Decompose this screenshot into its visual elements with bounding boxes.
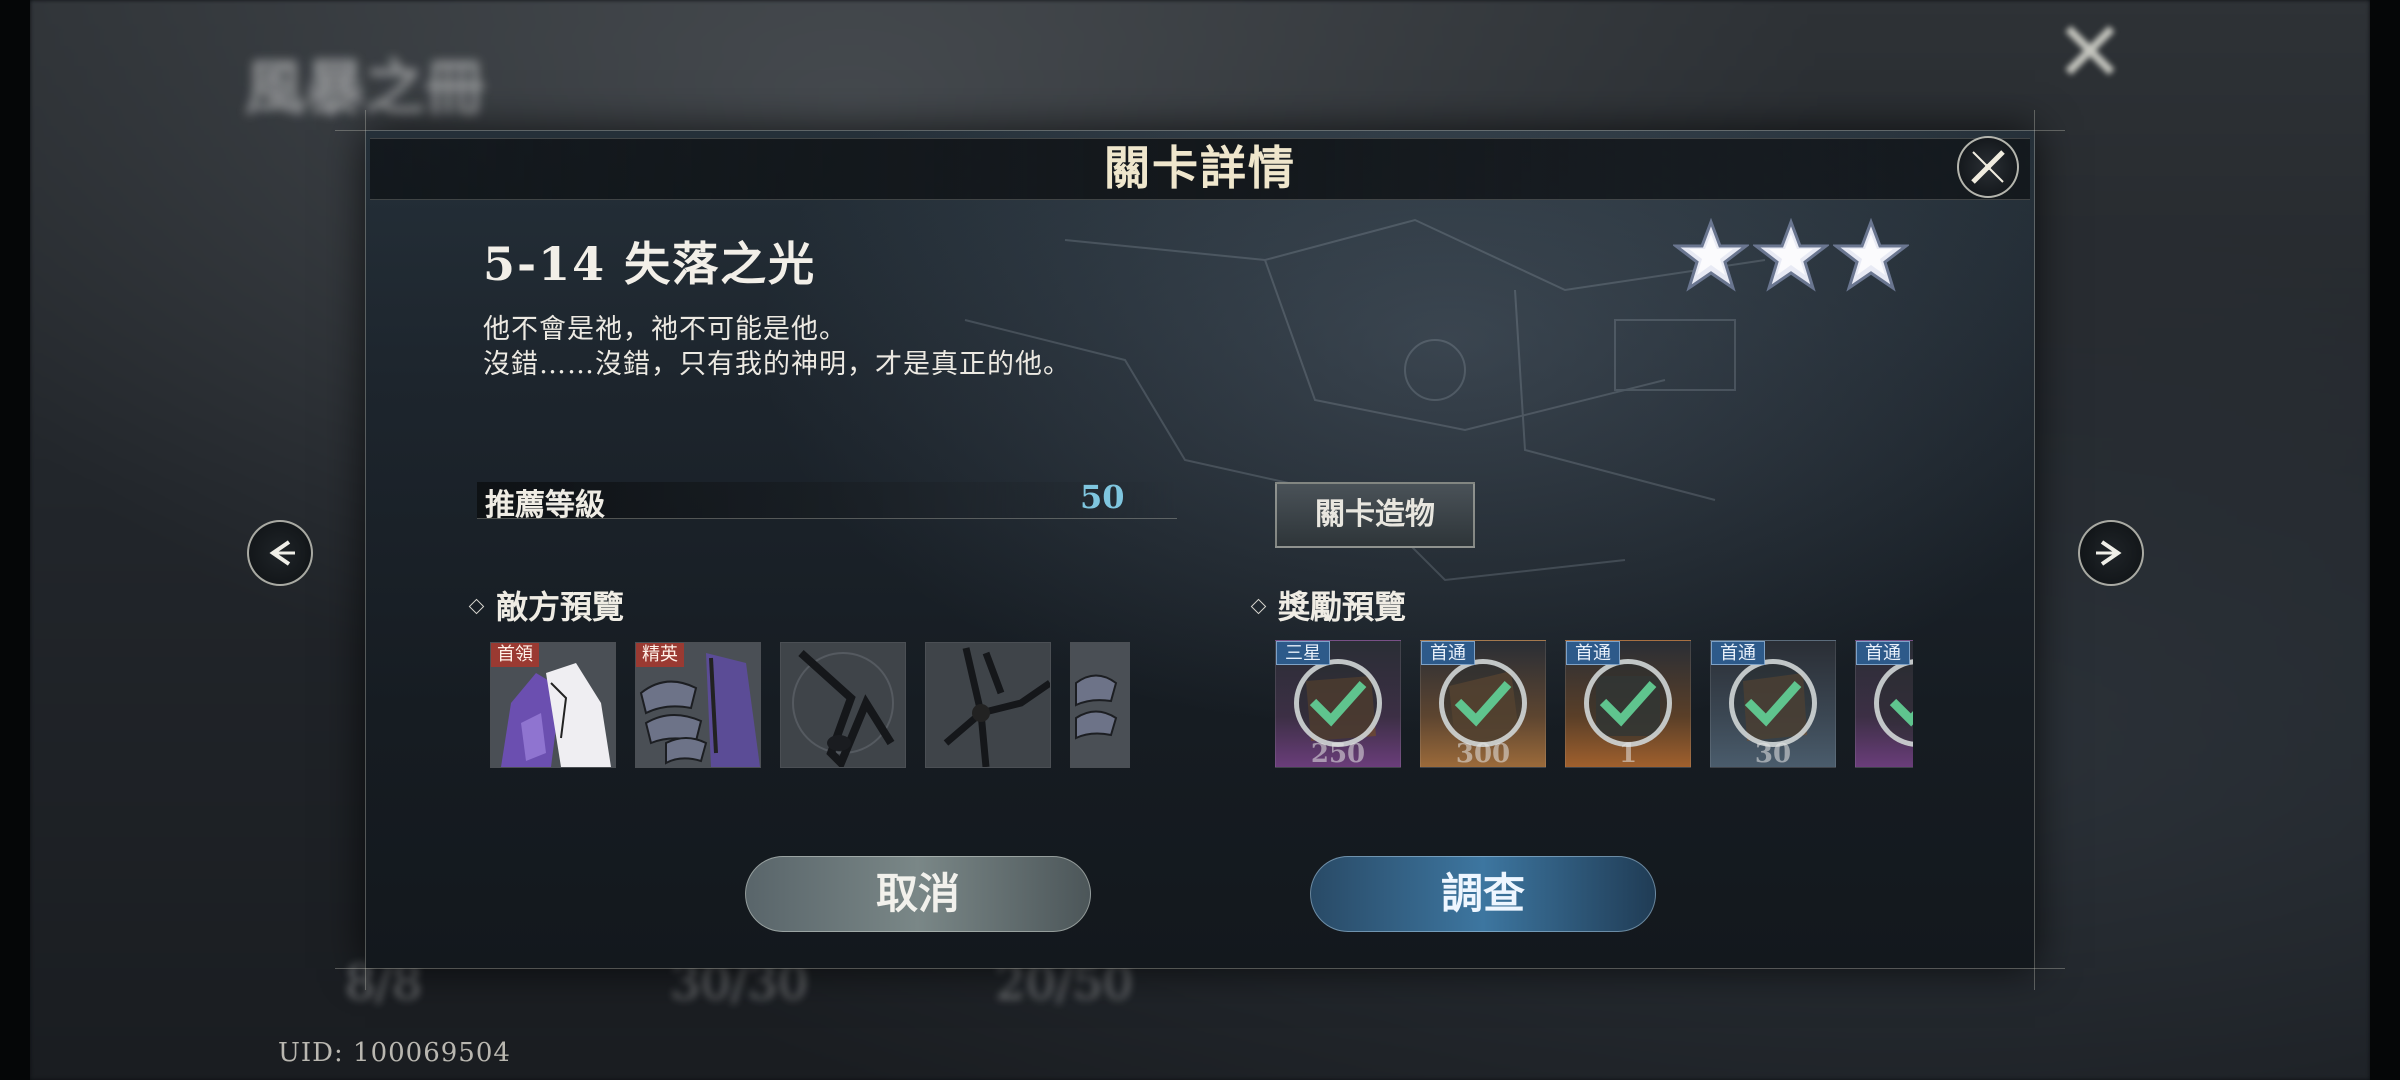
enemy-card-boss[interactable]: 首領	[490, 642, 616, 768]
star-icon	[1673, 218, 1749, 292]
elite-tag: 精英	[636, 643, 684, 667]
stage-title: 5-14 失落之光	[483, 237, 817, 291]
reward-preview-heading: 獎勵預覽	[1250, 582, 1407, 628]
star-icon	[1753, 218, 1829, 292]
three-star-tag: 三星	[1276, 641, 1330, 665]
claimed-check	[1584, 659, 1672, 747]
left-letterbox	[0, 0, 30, 1080]
diamond-bullet-icon	[468, 598, 485, 615]
reward-card-first-clear[interactable]: 首通 30	[1710, 640, 1836, 768]
cancel-button[interactable]: 取消	[745, 856, 1091, 932]
enemy-card[interactable]	[780, 642, 906, 768]
first-clear-tag: 首通	[1566, 641, 1620, 665]
reward-quantity: 30	[1754, 739, 1792, 768]
enemy-preview-heading: 敵方預覽	[468, 582, 625, 628]
frame-line-left	[365, 110, 366, 990]
dark-tendril-icon	[781, 643, 905, 767]
claimed-check	[1294, 659, 1382, 747]
reward-quantity: 250	[1310, 739, 1366, 768]
recommended-level-value: 50	[1080, 478, 1125, 516]
checkmark-icon	[1454, 681, 1512, 727]
enemy-preview-label: 敵方預覽	[496, 588, 625, 626]
reward-card-three-star[interactable]: 三星 250	[1275, 640, 1401, 768]
right-letterbox	[2370, 0, 2400, 1080]
next-stage-button[interactable]	[2078, 520, 2144, 586]
reward-card-first-clear[interactable]: 首通 1	[1565, 640, 1691, 768]
investigate-button[interactable]: 調查	[1310, 856, 1656, 932]
dialog-title: 關卡詳情	[1104, 141, 1296, 195]
checkmark-icon	[1744, 681, 1802, 727]
close-icon	[1971, 150, 2005, 184]
reward-preview-label: 獎勵預覽	[1278, 588, 1407, 626]
checkmark-icon	[1309, 681, 1367, 727]
checkmark-icon	[1599, 681, 1657, 727]
reward-card-first-clear[interactable]: 首通	[1855, 640, 1913, 768]
first-clear-tag: 首通	[1711, 641, 1765, 665]
claimed-check	[1439, 659, 1527, 747]
stage-description-line-1: 他不會是祂，祂不可能是他。	[483, 314, 847, 345]
prev-stage-button[interactable]	[247, 520, 313, 586]
first-clear-tag: 首通	[1421, 641, 1475, 665]
frame-line-right	[2034, 110, 2035, 990]
frame-line-top	[335, 130, 2065, 131]
boss-tag: 首領	[491, 643, 539, 667]
serpent-head-icon	[1071, 643, 1130, 767]
enemy-list: 首領 精英	[490, 642, 1130, 770]
enemy-card[interactable]	[925, 642, 1051, 768]
star-rating	[1673, 218, 1913, 298]
stage-detail-dialog: 關卡詳情 5-14 失落之光 他不會是祂，祂不可能是他。 沒錯……沒錯，只有我的…	[335, 110, 2065, 990]
reward-quantity: 1	[1618, 739, 1638, 768]
frame-line-bottom	[335, 968, 2065, 969]
stage-artifact-button[interactable]: 關卡造物	[1275, 482, 1475, 548]
diamond-bullet-icon	[1250, 598, 1267, 615]
checkmark-icon	[1889, 698, 1913, 727]
recommended-level-label: 推薦等級	[485, 488, 605, 523]
enemy-card[interactable]	[1070, 642, 1130, 768]
background-close-icon: ✕	[2054, 3, 2126, 101]
star-icon	[1833, 218, 1909, 292]
reward-card-first-clear[interactable]: 首通 300	[1420, 640, 1546, 768]
reward-list: 三星 250 首通 300 首通 1 首通 30 首通	[1273, 640, 1913, 768]
reward-quantity: 300	[1455, 739, 1511, 768]
dark-claw-icon	[926, 643, 1050, 767]
close-button[interactable]	[1957, 136, 2019, 198]
enemy-card-elite[interactable]: 精英	[635, 642, 761, 768]
first-clear-tag: 首通	[1856, 641, 1910, 665]
uid-label: UID: 100069504	[278, 1038, 511, 1068]
claimed-check	[1874, 659, 1913, 747]
arrow-right-icon	[2096, 540, 2122, 566]
arrow-left-icon	[269, 540, 295, 566]
stage-description-line-2: 沒錯……沒錯，只有我的神明，才是真正的他。	[483, 349, 1071, 380]
claimed-check	[1729, 659, 1817, 747]
